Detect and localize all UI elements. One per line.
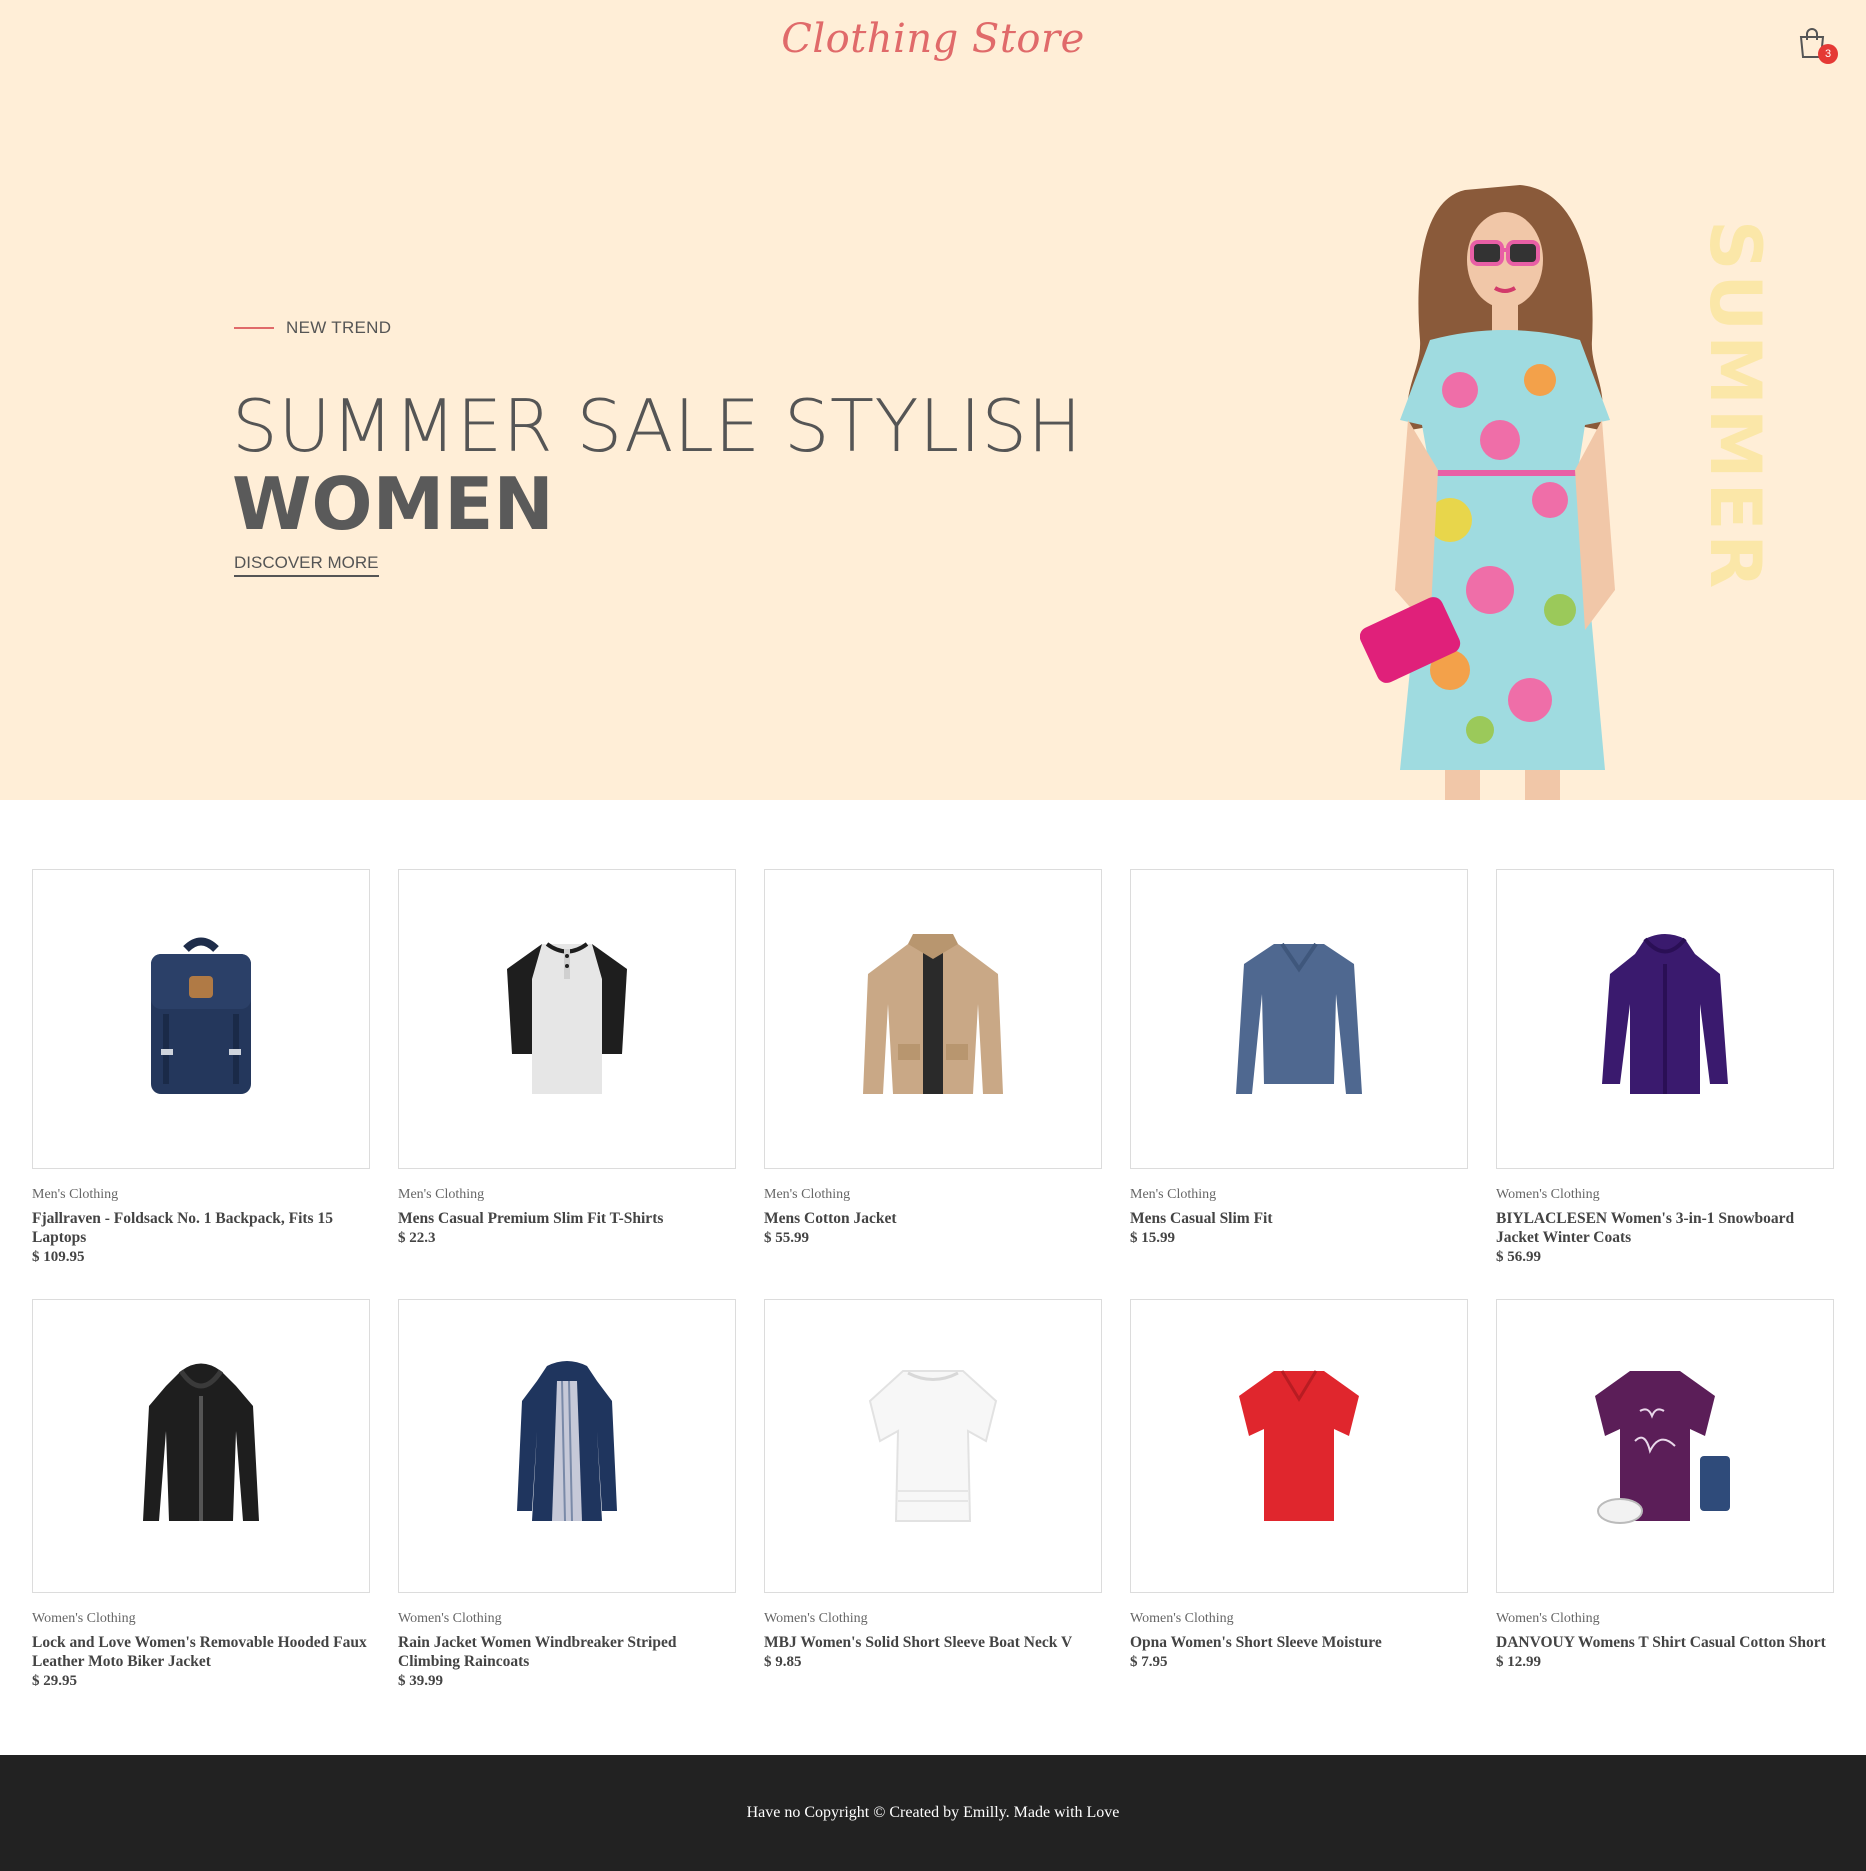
product-price: $ 55.99 xyxy=(764,1230,809,1246)
product-card[interactable]: Women's Clothing Opna Women's Short Slee… xyxy=(1130,1299,1468,1671)
product-title[interactable]: Fjallraven - Foldsack No. 1 Backpack, Fi… xyxy=(32,1209,370,1247)
product-title[interactable]: Opna Women's Short Sleeve Moisture xyxy=(1130,1633,1468,1652)
summer-word: SUMMER xyxy=(1694,220,1776,593)
product-card[interactable]: Men's Clothing Fjallraven - Foldsack No.… xyxy=(32,869,370,1266)
cart-count-badge: 3 xyxy=(1818,44,1838,64)
hero-eyebrow: NEW TREND xyxy=(234,318,391,338)
eyebrow-text: NEW TREND xyxy=(286,318,392,337)
product-category: Women's Clothing xyxy=(398,1611,502,1626)
discover-more-link[interactable]: DISCOVER MORE xyxy=(234,553,379,577)
product-image[interactable] xyxy=(764,869,1102,1169)
product-image[interactable] xyxy=(1496,1299,1834,1593)
leather-jacket-image xyxy=(143,1363,259,1521)
footer-text: Have no Copyright © Created by Emilly. M… xyxy=(746,1804,1120,1821)
product-card[interactable]: Women's Clothing DANVOUY Womens T Shirt … xyxy=(1496,1299,1834,1671)
product-category: Men's Clothing xyxy=(1130,1187,1217,1202)
product-title[interactable]: Rain Jacket Women Windbreaker Striped Cl… xyxy=(398,1633,736,1671)
product-card[interactable]: Men's Clothing Mens Casual Slim Fit $ 15… xyxy=(1130,869,1468,1247)
product-card[interactable]: Women's Clothing Lock and Love Women's R… xyxy=(32,1299,370,1690)
site-footer: Have no Copyright © Created by Emilly. M… xyxy=(0,1755,1866,1871)
hero-title-line2: WOMEN xyxy=(232,462,554,546)
product-category: Men's Clothing xyxy=(398,1187,485,1202)
summer-vertical-text: SUMMER xyxy=(1690,220,1776,592)
tshirt-image xyxy=(507,942,627,1094)
product-price: $ 56.99 xyxy=(1496,1249,1541,1265)
product-title[interactable]: Mens Casual Slim Fit xyxy=(1130,1209,1468,1228)
snowboard-jacket-image xyxy=(1602,934,1728,1094)
product-card[interactable]: Men's Clothing Mens Cotton Jacket $ 55.9… xyxy=(764,869,1102,1247)
product-category: Men's Clothing xyxy=(32,1187,119,1202)
cotton-jacket-image xyxy=(863,934,1003,1094)
product-image[interactable] xyxy=(32,869,370,1169)
product-image[interactable] xyxy=(1130,869,1468,1169)
product-category: Women's Clothing xyxy=(1496,1187,1600,1202)
hero-title-line1: SUMMER SALE STYLISH xyxy=(232,384,1083,468)
product-image[interactable] xyxy=(32,1299,370,1593)
product-price: $ 7.95 xyxy=(1130,1654,1168,1670)
store-logo[interactable]: Clothing Store xyxy=(0,16,1866,62)
backpack-image xyxy=(151,937,251,1094)
be-kind-tshirt-image xyxy=(1595,1371,1730,1524)
product-price: $ 39.99 xyxy=(398,1673,443,1689)
product-title[interactable]: BIYLACLESEN Women's 3-in-1 Snowboard Jac… xyxy=(1496,1209,1834,1247)
long-sleeve-shirt-image xyxy=(1236,942,1362,1094)
product-price: $ 12.99 xyxy=(1496,1654,1541,1670)
eyebrow-line xyxy=(234,327,274,329)
red-tshirt-image xyxy=(1239,1370,1359,1521)
product-title[interactable]: Mens Cotton Jacket xyxy=(764,1209,1102,1228)
product-title[interactable]: Mens Casual Premium Slim Fit T-Shirts xyxy=(398,1209,736,1228)
product-price: $ 109.95 xyxy=(32,1249,85,1265)
product-image[interactable] xyxy=(1130,1299,1468,1593)
product-card[interactable]: Women's Clothing BIYLACLESEN Women's 3-i… xyxy=(1496,869,1834,1266)
boat-neck-top-image xyxy=(868,1370,998,1522)
product-category: Women's Clothing xyxy=(1130,1611,1234,1626)
product-image[interactable] xyxy=(398,869,736,1169)
hero-banner: Clothing Store 3 NEW TREND SUMMER SALE S… xyxy=(0,0,1866,800)
product-title[interactable]: DANVOUY Womens T Shirt Casual Cotton Sho… xyxy=(1496,1633,1834,1652)
product-price: $ 9.85 xyxy=(764,1654,802,1670)
product-title[interactable]: Lock and Love Women's Removable Hooded F… xyxy=(32,1633,370,1671)
product-card[interactable]: Women's Clothing Rain Jacket Women Windb… xyxy=(398,1299,736,1690)
product-image[interactable] xyxy=(764,1299,1102,1593)
product-image[interactable] xyxy=(398,1299,736,1593)
product-category: Women's Clothing xyxy=(1496,1611,1600,1626)
cart-button[interactable]: 3 xyxy=(1796,26,1838,66)
product-image[interactable] xyxy=(1496,869,1834,1169)
product-category: Women's Clothing xyxy=(764,1611,868,1626)
product-card[interactable]: Men's Clothing Mens Casual Premium Slim … xyxy=(398,869,736,1247)
product-price: $ 22.3 xyxy=(398,1230,436,1246)
product-category: Men's Clothing xyxy=(764,1187,851,1202)
product-price: $ 29.95 xyxy=(32,1673,77,1689)
product-title[interactable]: MBJ Women's Solid Short Sleeve Boat Neck… xyxy=(764,1633,1102,1652)
model-image xyxy=(1360,185,1615,800)
product-price: $ 15.99 xyxy=(1130,1230,1175,1246)
product-category: Women's Clothing xyxy=(32,1611,136,1626)
raincoat-image xyxy=(517,1361,617,1522)
product-card[interactable]: Women's Clothing MBJ Women's Solid Short… xyxy=(764,1299,1102,1671)
